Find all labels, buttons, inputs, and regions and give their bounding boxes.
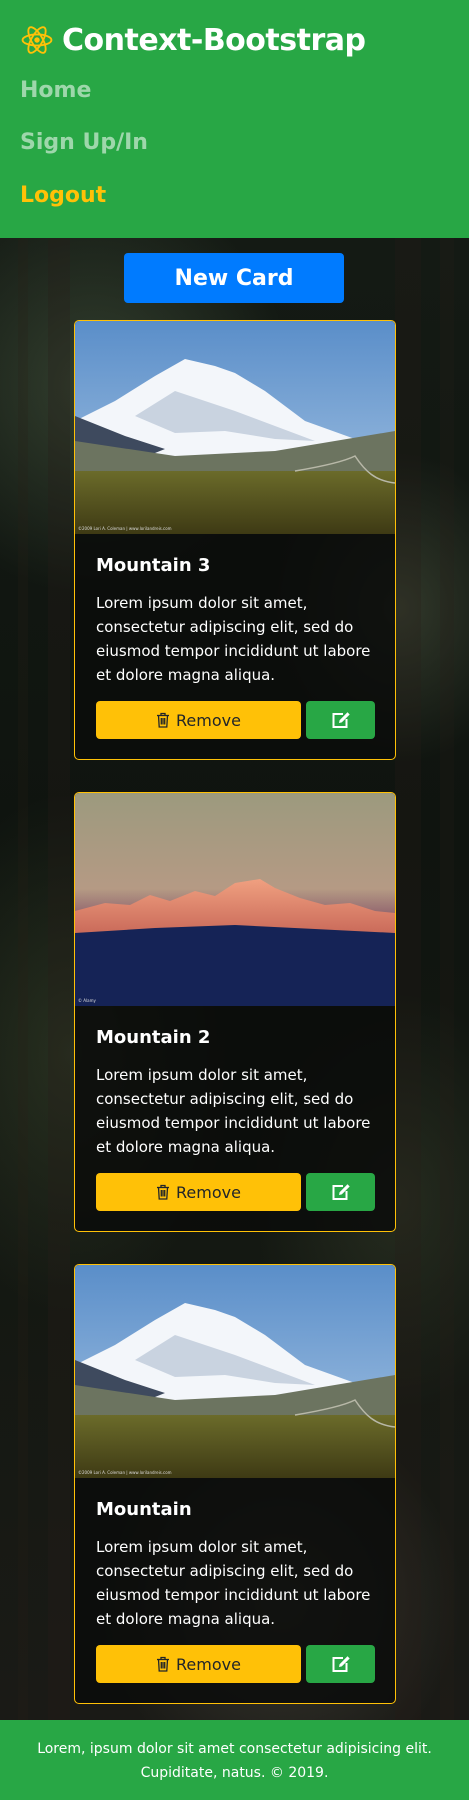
trash-icon (157, 1656, 170, 1672)
svg-text:©2009 Lori A. Coleman | www.lo: ©2009 Lori A. Coleman | www.lorilandreis… (78, 526, 172, 531)
card-title: Mountain (96, 1499, 192, 1520)
remove-button[interactable]: Remove (96, 1173, 301, 1211)
svg-text:© Alamy: © Alamy (78, 998, 96, 1003)
card-title: Mountain 3 (96, 555, 211, 576)
brand-title: Context-Bootstrap (62, 22, 366, 58)
remove-button[interactable]: Remove (96, 701, 301, 739)
trash-icon (157, 712, 170, 728)
footer-line-2: Cupiditate, natus. © 2019. (140, 1765, 329, 1781)
nav-home[interactable]: Home (20, 78, 91, 103)
react-icon (21, 26, 53, 54)
new-card-button[interactable]: New Card (124, 253, 344, 303)
svg-text:©2009 Lori A. Coleman | www.lo: ©2009 Lori A. Coleman | www.lorilandreis… (78, 1470, 172, 1475)
card: ©2009 Lori A. Coleman | www.lorilandreis… (74, 1264, 396, 1704)
remove-button[interactable]: Remove (96, 1645, 301, 1683)
edit-button[interactable] (306, 1645, 375, 1683)
edit-icon (332, 1656, 350, 1672)
edit-icon (332, 712, 350, 728)
nav-logout[interactable]: Logout (20, 183, 106, 208)
nav-sign-up-in[interactable]: Sign Up/In (20, 130, 148, 155)
card-image: © Alamy (75, 793, 395, 1006)
footer: Lorem, ipsum dolor sit amet consectetur … (0, 1720, 469, 1800)
card-title: Mountain 2 (96, 1027, 211, 1048)
footer-line-1: Lorem, ipsum dolor sit amet consectetur … (37, 1741, 432, 1757)
card-image: ©2009 Lori A. Coleman | www.lorilandreis… (75, 321, 395, 534)
card: ©2009 Lori A. Coleman | www.lorilandreis… (74, 320, 396, 760)
brand[interactable]: Context-Bootstrap (20, 20, 366, 60)
card-image: ©2009 Lori A. Coleman | www.lorilandreis… (75, 1265, 395, 1478)
edit-icon (332, 1184, 350, 1200)
remove-label: Remove (176, 1182, 241, 1202)
card-text: Lorem ipsum dolor sit amet, consectetur … (96, 1538, 371, 1628)
remove-label: Remove (176, 1654, 241, 1674)
trash-icon (157, 1184, 170, 1200)
card: © Alamy Mountain 2 Lorem ipsum dolor sit… (74, 792, 396, 1232)
edit-button[interactable] (306, 701, 375, 739)
remove-label: Remove (176, 710, 241, 730)
card-text: Lorem ipsum dolor sit amet, consectetur … (96, 1066, 371, 1156)
card-text: Lorem ipsum dolor sit amet, consectetur … (96, 594, 371, 684)
navbar: Context-Bootstrap Home Sign Up/In Logout (0, 0, 469, 238)
edit-button[interactable] (306, 1173, 375, 1211)
